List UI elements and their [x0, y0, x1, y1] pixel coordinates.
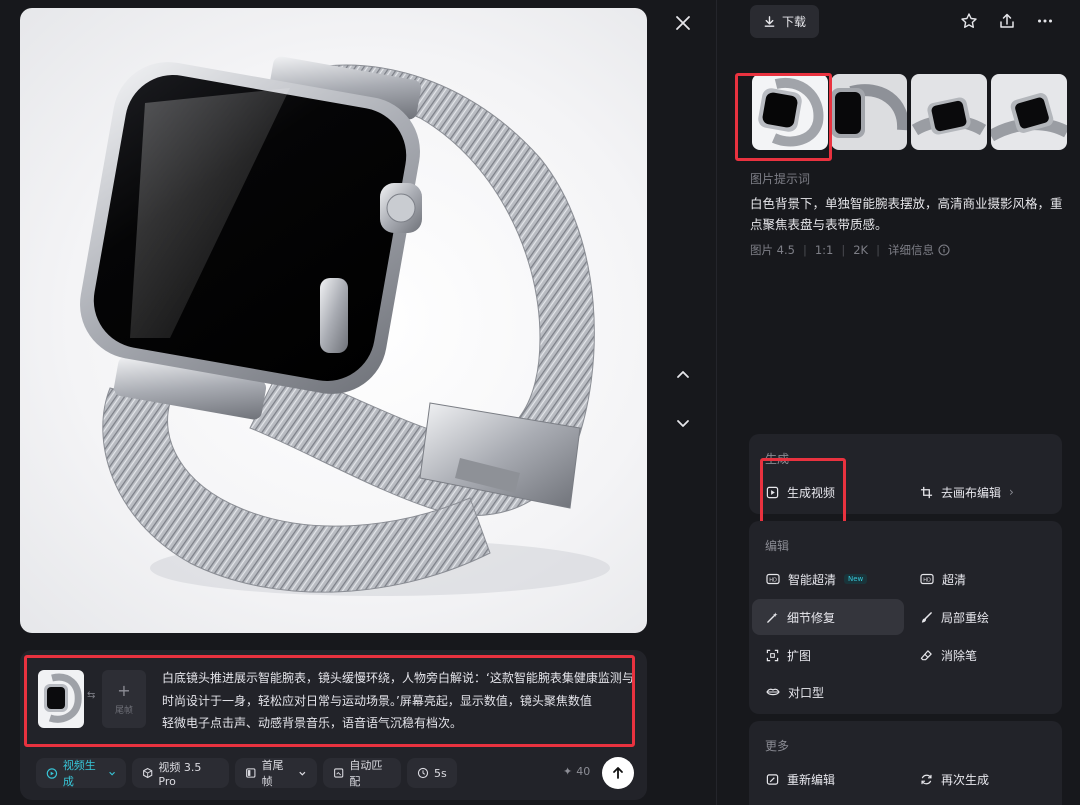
info-icon[interactable] — [938, 244, 950, 256]
watch-image — [80, 56, 610, 596]
swap-icon[interactable]: ⇆ — [87, 690, 95, 701]
prompt-line-2: 时尚设计于一身，轻松应对日常与运动场景。’屏幕亮起，显示数值，镜头聚焦数值 — [162, 693, 592, 708]
more-options-icon[interactable] — [1034, 10, 1056, 32]
sparkle-icon: ✦ — [563, 765, 573, 778]
image-prompt-text: 白色背景下，单独智能腕表摆放，高清商业摄影风格，重点聚焦表盘与表带质感。 — [750, 196, 1063, 232]
local-redraw-label: 局部重绘 — [941, 610, 990, 625]
download-button[interactable]: 下载 — [750, 5, 819, 38]
close-icon[interactable] — [670, 10, 696, 36]
prompt-text[interactable]: 白底镜头推进展示智能腕表，镜头缓慢环绕，人物旁白解说：‘这款智能腕表集健康监测与… — [162, 667, 634, 735]
thumbnail-2[interactable] — [831, 74, 907, 150]
chevron-up-icon[interactable] — [670, 362, 696, 388]
frames-selector[interactable]: 首尾帧 — [235, 758, 317, 788]
aspect-ratio-icon — [334, 768, 344, 778]
more-section-title: 更多 — [765, 739, 790, 753]
regenerate-button[interactable]: 再次生成 — [906, 761, 1056, 797]
credits-value: 40 — [576, 765, 591, 778]
eraser-button[interactable]: 消除笔 — [906, 637, 1056, 673]
cube-icon — [143, 767, 153, 779]
regenerate-label: 再次生成 — [941, 772, 990, 787]
meta-resolution: 2K — [853, 243, 869, 257]
expand-label: 扩图 — [787, 648, 812, 663]
re-edit-button[interactable]: 重新编辑 — [752, 761, 902, 797]
main-image[interactable] — [20, 8, 647, 633]
add-icon: + — [117, 680, 131, 700]
new-badge: New — [844, 574, 868, 584]
local-redraw-button[interactable]: 局部重绘 — [906, 599, 1056, 635]
svg-text:HD: HD — [769, 577, 777, 583]
svg-text:HD: HD — [923, 577, 931, 583]
hd-plus-icon: HD — [766, 573, 780, 585]
image-meta: 图片 4.5 | 1:1 | 2K | 详细信息 — [750, 242, 950, 258]
mode-label: 视频生成 — [62, 759, 96, 788]
generate-video-button[interactable]: 生成视频 — [752, 474, 902, 510]
arrow-up-icon — [613, 767, 623, 779]
eraser-icon — [920, 649, 932, 660]
lips-icon — [766, 688, 780, 696]
download-label: 下载 — [781, 15, 806, 29]
canvas-edit-label: 去画布编辑 — [941, 485, 1002, 500]
lip-sync-label: 对口型 — [788, 685, 825, 700]
thumbnail-4[interactable] — [991, 74, 1067, 150]
frames-label: 首尾帧 — [261, 759, 284, 788]
frames-icon — [246, 768, 256, 778]
chevron-down-icon — [109, 771, 115, 776]
prompt-line-1: 白底镜头推进展示智能腕表，镜头缓慢环绕，人物旁白解说：‘这款智能腕表集健康监测与 — [162, 671, 634, 685]
expand-icon — [766, 649, 779, 661]
thumbnail-3[interactable] — [911, 74, 987, 150]
brush-icon — [921, 611, 932, 623]
ratio-selector[interactable]: 自动匹配 — [323, 758, 401, 788]
smart-hd-button[interactable]: HD 智能超清 New — [752, 561, 902, 597]
first-frame-thumbnail[interactable] — [38, 670, 84, 728]
star-icon[interactable] — [958, 10, 980, 32]
end-frame-label: 尾帧 — [114, 705, 133, 716]
generate-section-title: 生成 — [765, 452, 790, 466]
play-icon — [766, 486, 779, 498]
re-edit-label: 重新编辑 — [787, 772, 836, 787]
meta-ratio: 1:1 — [814, 243, 834, 257]
detail-info-link[interactable]: 详细信息 — [888, 242, 934, 258]
super-hd-label: 超清 — [942, 572, 967, 587]
send-button[interactable] — [602, 757, 634, 789]
super-hd-button[interactable]: HD 超清 — [906, 561, 1056, 597]
chevron-right-icon: › — [1009, 485, 1014, 499]
duration-selector[interactable]: 5s — [407, 758, 457, 788]
prompt-line-3: 轻微电子点击声、动感背景音乐，语音语气沉稳有档次。 — [162, 716, 463, 730]
crop-icon — [920, 486, 933, 498]
lip-sync-button[interactable]: 对口型 — [752, 674, 902, 710]
share-icon[interactable] — [996, 10, 1018, 32]
ratio-label: 自动匹配 — [349, 759, 383, 788]
duration-label: 5s — [434, 766, 447, 780]
chevron-down-icon — [299, 771, 306, 776]
edit-note-icon — [766, 773, 779, 785]
mode-selector[interactable]: 视频生成 — [36, 758, 126, 788]
model-label: 视频 3.5 Pro — [158, 760, 202, 788]
end-frame-slot[interactable]: + 尾帧 — [102, 670, 146, 728]
magic-wand-icon — [767, 611, 778, 623]
edit-section-title: 编辑 — [765, 539, 790, 553]
meta-model: 图片 4.5 — [750, 243, 795, 257]
detail-fix-button[interactable]: 细节修复 — [752, 599, 904, 635]
clock-icon — [417, 767, 429, 779]
generate-video-label: 生成视频 — [787, 485, 836, 500]
hd-icon: HD — [920, 573, 934, 585]
download-icon — [764, 16, 775, 27]
model-selector[interactable]: 视频 3.5 Pro — [132, 758, 229, 788]
expand-image-button[interactable]: 扩图 — [752, 637, 902, 673]
canvas-edit-button[interactable]: 去画布编辑 › — [906, 474, 1056, 510]
smart-hd-label: 智能超清 — [788, 572, 837, 587]
panel-divider — [716, 0, 717, 805]
detail-fix-label: 细节修复 — [787, 610, 836, 625]
prompt-heading: 图片提示词 — [750, 172, 811, 186]
refresh-icon — [921, 774, 932, 784]
credits-count: ✦ 40 — [563, 765, 590, 778]
chevron-down-icon[interactable] — [670, 410, 696, 436]
thumbnail-1[interactable] — [752, 74, 828, 150]
video-mode-icon — [46, 767, 58, 779]
eraser-label: 消除笔 — [941, 648, 978, 663]
